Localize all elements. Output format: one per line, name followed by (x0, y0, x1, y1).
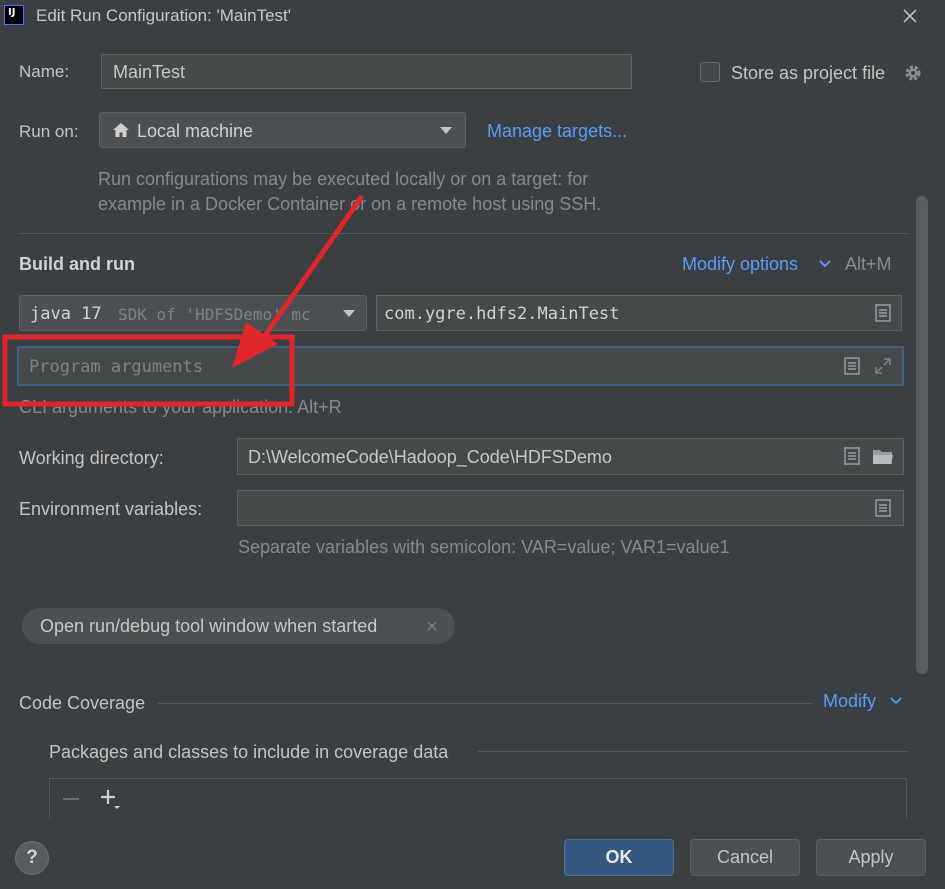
coverage-modify-link[interactable]: Modify (823, 691, 876, 712)
packages-list[interactable] (49, 778, 907, 818)
name-value: MainTest (113, 62, 186, 82)
program-arguments-input[interactable]: Program arguments (17, 346, 904, 386)
scrollbar-thumb[interactable] (916, 196, 928, 674)
chevron-down-icon (440, 127, 452, 135)
browse-list-icon[interactable] (844, 447, 860, 465)
environment-variables-label: Environment variables: (19, 499, 203, 519)
chevron-down-icon (890, 696, 902, 706)
working-directory-label: Working directory: (19, 448, 164, 468)
store-checkbox[interactable] (700, 62, 720, 82)
browse-list-icon[interactable] (875, 499, 891, 517)
apply-button[interactable]: Apply (816, 839, 926, 876)
run-on-hint-line2: example in a Docker Container or on a re… (98, 194, 602, 214)
main-class-input[interactable]: com.ygre.hdfs2.MainTest (376, 295, 902, 331)
working-directory-value: D:\WelcomeCode\Hadoop_Code\HDFSDemo (248, 447, 612, 467)
name-label: Name: (19, 62, 70, 81)
folder-icon[interactable] (872, 448, 894, 466)
close-icon[interactable] (426, 620, 438, 632)
chevron-down-icon (343, 310, 355, 318)
close-icon[interactable] (900, 6, 920, 26)
coverage-separator (158, 703, 813, 704)
chevron-down-icon (819, 259, 831, 269)
sdk-detail: SDK of 'HDFSDemo' mc (118, 305, 311, 324)
modify-options-shortcut: Alt+M (845, 254, 892, 274)
add-icon[interactable] (100, 789, 122, 811)
packages-separator (478, 751, 908, 752)
gear-icon[interactable] (903, 63, 923, 83)
sdk-select[interactable]: java 17 SDK of 'HDFSDemo' mc (19, 295, 367, 331)
environment-variables-hint: Separate variables with semicolon: VAR=v… (238, 537, 730, 557)
build-and-run-heading: Build and run (19, 254, 135, 274)
manage-targets-link[interactable]: Manage targets... (487, 121, 627, 142)
browse-list-icon[interactable] (844, 357, 860, 375)
home-icon (112, 122, 130, 138)
working-directory-input[interactable]: D:\WelcomeCode\Hadoop_Code\HDFSDemo (237, 438, 904, 475)
remove-icon[interactable] (63, 797, 79, 801)
run-on-select[interactable]: Local machine (99, 112, 466, 148)
name-input[interactable]: MainTest (101, 54, 632, 89)
program-arguments-placeholder: Program arguments (29, 357, 203, 377)
run-on-label: Run on: (19, 122, 79, 141)
run-on-value: Local machine (137, 121, 254, 141)
help-button-label: ? (26, 847, 38, 868)
run-on-hint-line1: Run configurations may be executed local… (98, 169, 589, 189)
packages-label: Packages and classes to include in cover… (49, 742, 449, 762)
sdk-main: java 17 (30, 304, 102, 324)
help-button[interactable]: ? (15, 841, 49, 875)
program-arguments-hint: CLI arguments to your application. Alt+R (19, 397, 342, 417)
chip-label: Open run/debug tool window when started (40, 616, 378, 636)
window-title: Edit Run Configuration: 'MainTest' (36, 6, 292, 25)
code-coverage-title: Code Coverage (19, 693, 146, 713)
environment-variables-input[interactable] (237, 490, 904, 526)
app-logo-icon: IJ (4, 5, 24, 25)
open-tool-window-chip[interactable]: Open run/debug tool window when started (22, 608, 455, 644)
cancel-button[interactable]: Cancel (690, 839, 800, 876)
ok-button[interactable]: OK (564, 839, 674, 876)
browse-list-icon[interactable] (875, 304, 891, 322)
section-separator (19, 233, 908, 234)
store-label: Store as project file (731, 63, 886, 83)
expand-icon[interactable] (874, 357, 892, 375)
modify-options-link[interactable]: Modify options (682, 254, 798, 275)
main-class-value: com.ygre.hdfs2.MainTest (384, 304, 620, 324)
